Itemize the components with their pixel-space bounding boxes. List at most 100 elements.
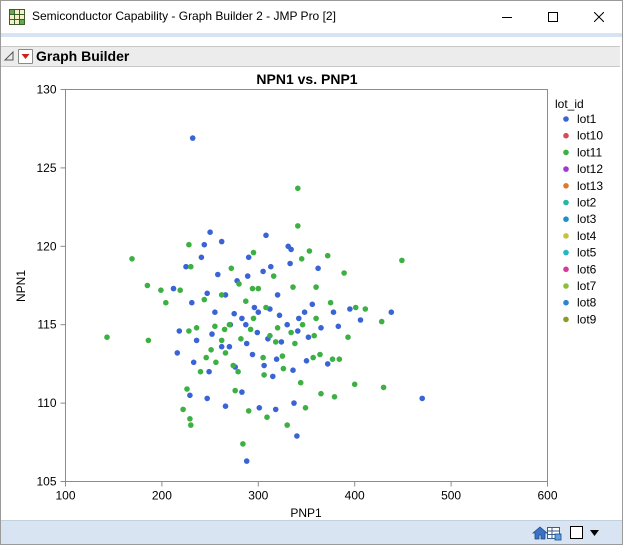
data-point-lot11 <box>193 325 200 331</box>
x-tick-label: 400 <box>345 489 365 503</box>
data-point-lot11 <box>188 263 194 270</box>
window-menu-dropdown[interactable] <box>587 525 603 541</box>
x-tick-label: 300 <box>248 489 268 503</box>
legend-item-lot13[interactable]: lot13 <box>577 179 603 193</box>
data-point-lot1 <box>303 358 310 364</box>
data-point-lot11 <box>264 414 270 421</box>
y-tick-label: 130 <box>36 83 56 97</box>
data-point-lot11 <box>218 337 225 344</box>
data-point-lot11 <box>324 252 331 259</box>
data-point-lot1 <box>273 356 280 363</box>
data-point-lot11 <box>240 441 246 447</box>
legend-item-lot3[interactable]: lot3 <box>577 212 597 226</box>
legend-swatch-lot6 <box>563 266 569 273</box>
legend-swatch-lot4 <box>563 233 569 239</box>
data-point-lot11 <box>263 304 269 311</box>
legend[interactable]: lot_id lot1 lot10 lot11 lot12 lot13 lot2 lot3 l… <box>555 97 603 326</box>
data-point-lot1 <box>287 260 293 267</box>
legend-swatch-lot9 <box>563 316 569 323</box>
data-point-lot1 <box>347 306 353 312</box>
data-point-lot11 <box>235 368 241 375</box>
report-content: Graph Builder NPN1 vs. PNP1 100 200 300 400… <box>1 39 622 519</box>
window-select-button[interactable] <box>569 525 585 541</box>
legend-item-lot11[interactable]: lot11 <box>577 145 602 159</box>
legend-item-lot4[interactable]: lot4 <box>577 229 597 243</box>
data-point-lot11 <box>250 315 257 322</box>
data-point-lot1 <box>189 135 196 141</box>
legend-item-lot5[interactable]: lot5 <box>577 246 597 260</box>
data-point-lot1 <box>249 351 256 358</box>
data-table-icon <box>547 527 562 541</box>
data-point-lot1 <box>204 290 210 297</box>
data-point-lot1 <box>239 315 245 322</box>
legend-swatch-lot7 <box>563 283 569 289</box>
data-point-lot11 <box>180 406 186 413</box>
data-point-lot1 <box>255 309 262 316</box>
data-point-lot1 <box>243 458 250 464</box>
data-point-lot11 <box>186 241 192 248</box>
data-point-lot1 <box>198 254 205 261</box>
data-point-lot1 <box>190 359 197 366</box>
data-point-lot1 <box>187 392 193 399</box>
data-point-lot11 <box>274 325 281 331</box>
data-point-lot1 <box>193 337 200 344</box>
legend-item-lot9[interactable]: lot9 <box>577 312 597 326</box>
data-point-lot1 <box>209 331 215 337</box>
data-point-lot1 <box>176 328 183 334</box>
data-point-lot11 <box>260 354 266 361</box>
data-point-lot11 <box>250 249 257 256</box>
data-point-lot1 <box>309 301 316 308</box>
data-point-lot11 <box>295 185 301 192</box>
data-point-lot11 <box>267 332 273 339</box>
close-button[interactable] <box>576 1 622 33</box>
data-point-lot1 <box>256 405 263 411</box>
data-point-lot11 <box>280 365 287 372</box>
data-point-lot11 <box>218 292 225 298</box>
data-point-lot11 <box>284 422 291 428</box>
legend-item-lot1[interactable]: lot1 <box>577 112 597 126</box>
data-point-lot11 <box>310 354 317 361</box>
x-tick-label: 100 <box>55 489 75 503</box>
data-point-lot1 <box>261 362 267 369</box>
data-point-lot11 <box>297 379 304 386</box>
maximize-button[interactable] <box>530 1 576 33</box>
data-point-lot1 <box>218 343 225 350</box>
data-point-lot1 <box>174 350 181 356</box>
data-point-lot11 <box>399 257 405 264</box>
y-tick-label: 110 <box>37 396 56 410</box>
data-point-lot11 <box>331 394 338 400</box>
minimize-button[interactable] <box>484 1 530 33</box>
data-point-lot11 <box>236 281 242 287</box>
data-point-lot11 <box>345 334 351 341</box>
legend-item-lot12[interactable]: lot12 <box>577 162 603 176</box>
data-point-lot1 <box>276 312 283 319</box>
data-table-button[interactable] <box>546 525 562 541</box>
x-axis: 100 200 300 400 500 600 <box>55 481 558 503</box>
data-point-lot1 <box>284 321 291 328</box>
data-point-lot1 <box>204 395 210 402</box>
legend-item-lot7[interactable]: lot7 <box>577 279 597 293</box>
plot-frame[interactable] <box>65 89 548 482</box>
data-point-lot1 <box>254 329 261 336</box>
data-point-lot11 <box>221 326 228 333</box>
legend-item-lot8[interactable]: lot8 <box>577 296 597 310</box>
chevron-down-icon <box>590 530 599 536</box>
maximize-icon <box>548 12 558 22</box>
scatter-chart[interactable]: NPN1 vs. PNP1 100 200 300 400 500 600 1051101… <box>1 39 622 519</box>
data-point-lot11 <box>295 223 301 229</box>
legend-item-lot2[interactable]: lot2 <box>577 196 597 210</box>
data-point-lot1 <box>294 433 300 439</box>
legend-item-lot10[interactable]: lot10 <box>577 129 603 143</box>
x-tick-label: 600 <box>537 489 557 503</box>
data-point-lot1 <box>388 309 395 316</box>
data-point-lot1 <box>274 292 281 298</box>
data-point-lot11 <box>226 321 233 328</box>
data-point-lot1 <box>324 361 331 367</box>
legend-item-lot6[interactable]: lot6 <box>577 262 597 276</box>
title-bar[interactable]: Semiconductor Capability - Graph Builder… <box>1 1 622 34</box>
data-point-lot11 <box>313 315 319 322</box>
data-point-lot11 <box>197 368 204 375</box>
data-point-lot11 <box>255 285 262 292</box>
data-point-lot1 <box>330 309 337 316</box>
data-point-lot11 <box>249 285 256 292</box>
